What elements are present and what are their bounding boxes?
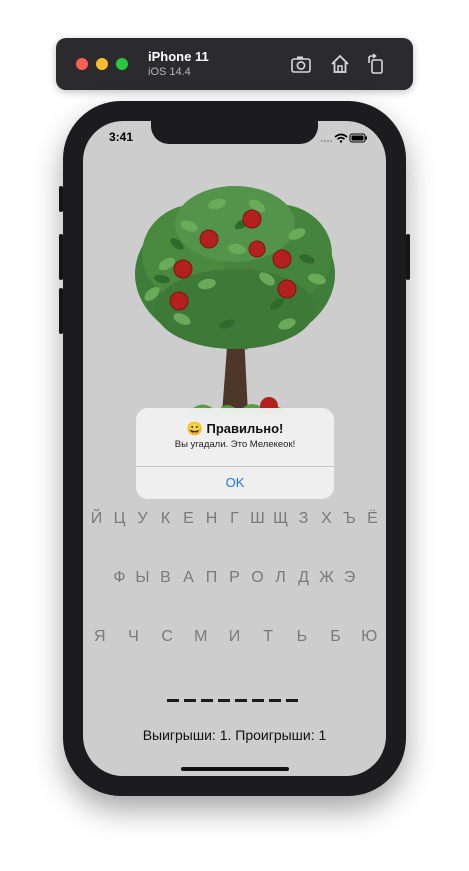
letter-key[interactable]: Ч [117, 628, 151, 646]
letter-key[interactable]: П [200, 569, 223, 587]
score-label: Выигрыши: 1. Проигрыши: 1 [142, 727, 327, 743]
letter-key[interactable]: Э [338, 569, 361, 587]
home-indicator[interactable] [181, 767, 289, 771]
letter-slot [184, 699, 196, 702]
keyboard-row-3: ЯЧСМИТЬБЮ [83, 628, 386, 646]
hidden-word [167, 691, 298, 702]
alert-title-text: Правильно! [206, 421, 284, 436]
volume-down-button [59, 288, 63, 334]
alert-ok-button[interactable]: OK [136, 467, 334, 499]
letter-key[interactable]: В [154, 569, 177, 587]
minimize-window-button[interactable] [96, 58, 108, 70]
letter-key[interactable]: Ы [131, 569, 154, 587]
notch [151, 121, 318, 144]
alert-message: Вы угадали. Это Мелекеок! [174, 439, 296, 450]
ring-switch [59, 186, 63, 212]
apple-tree-image [127, 184, 341, 415]
letter-key[interactable]: Л [269, 569, 292, 587]
status-indicators [320, 131, 368, 143]
power-button [406, 234, 410, 280]
letter-key[interactable]: М [184, 628, 218, 646]
battery-icon [349, 133, 367, 143]
simulator-toolbar: iPhone 11 iOS 14.4 [56, 38, 413, 90]
letter-key[interactable]: Г [223, 510, 246, 528]
letter-key[interactable]: А [177, 569, 200, 587]
letter-key[interactable]: О [246, 569, 269, 587]
letter-key[interactable]: Щ [269, 510, 292, 528]
letter-key[interactable]: Ж [315, 569, 338, 587]
letter-key[interactable]: Д [292, 569, 315, 587]
letter-key[interactable]: Ф [108, 569, 131, 587]
letter-key[interactable]: И [218, 628, 252, 646]
result-alert: 😀 Правильно! Вы угадали. Это Мелекеок! O… [136, 408, 334, 499]
letter-key[interactable]: Ъ [338, 510, 361, 528]
letter-key[interactable]: Ю [352, 628, 386, 646]
volume-up-button [59, 234, 63, 280]
rotate-icon[interactable] [365, 53, 387, 75]
letter-key[interactable]: Х [315, 510, 338, 528]
letter-key[interactable]: Е [177, 510, 200, 528]
letter-key[interactable]: Т [251, 628, 285, 646]
letter-slot [167, 699, 179, 702]
letter-key[interactable]: З [292, 510, 315, 528]
letter-key[interactable]: Ш [246, 510, 269, 528]
zoom-window-button[interactable] [116, 58, 128, 70]
wifi-icon [334, 133, 348, 143]
letter-key[interactable]: У [131, 510, 154, 528]
screenshot-icon[interactable] [290, 53, 312, 75]
letter-slot [235, 699, 247, 702]
letter-slot [252, 699, 264, 702]
letter-slot [218, 699, 230, 702]
letter-slot [269, 699, 281, 702]
cellular-icon [320, 139, 333, 143]
keyboard-row-1: ЙЦУКЕНГШЩЗХЪЁ [83, 510, 386, 528]
alert-title: 😀 Правильно! [136, 421, 334, 437]
letter-key[interactable]: Ё [361, 510, 384, 528]
letter-key[interactable]: С [150, 628, 184, 646]
letter-slot [286, 699, 298, 702]
letter-key[interactable]: К [154, 510, 177, 528]
app-screen: 3:41 Й Ц У К Е Н Г Ш Щ З Х Ъ Ё Ф Ы В А П… [83, 121, 386, 776]
keyboard-row-2: ФЫВАПРОЛДЖЭ [83, 569, 386, 587]
letter-key[interactable]: Р [223, 569, 246, 587]
letter-key[interactable]: Ц [108, 510, 131, 528]
close-window-button[interactable] [76, 58, 88, 70]
letter-key[interactable]: Ь [285, 628, 319, 646]
letter-key[interactable]: Б [319, 628, 353, 646]
status-time: 3:41 [109, 130, 134, 144]
device-os-version: iOS 14.4 [148, 66, 191, 78]
letter-slot [201, 699, 213, 702]
home-icon[interactable] [329, 53, 351, 75]
device-name: iPhone 11 [148, 49, 209, 64]
letter-key[interactable]: Й [85, 510, 108, 528]
letter-key[interactable]: Я [83, 628, 117, 646]
smiley-emoji-icon: 😀 [186, 421, 203, 436]
letter-key[interactable]: Н [200, 510, 223, 528]
